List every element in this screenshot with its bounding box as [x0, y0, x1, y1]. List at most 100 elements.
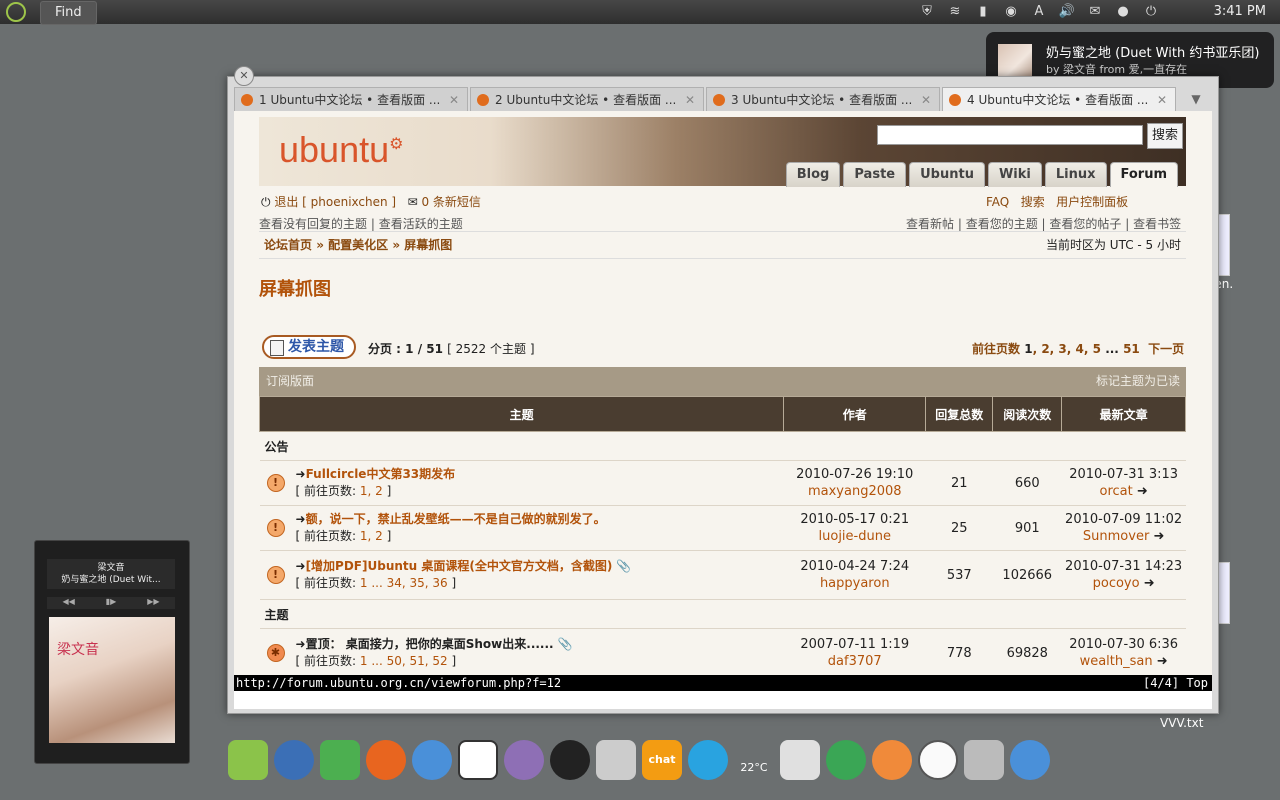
trash-icon[interactable] — [964, 740, 1004, 780]
search-input[interactable] — [877, 125, 1143, 145]
topic-pages[interactable]: 1 ... 34, 35, 36 — [360, 576, 448, 590]
close-tab-icon[interactable]: ✕ — [685, 88, 695, 111]
weather-icon[interactable]: 22°C — [734, 740, 774, 780]
clock-green-icon[interactable] — [826, 740, 866, 780]
last-poster-link[interactable]: wealth_san — [1080, 654, 1153, 669]
tab-2[interactable]: 2 Ubuntu中文论坛 • 查看版面 ... ✕ — [470, 87, 704, 111]
system-logo-icon[interactable] — [6, 2, 26, 22]
your-posts-link[interactable]: 查看您的帖子 — [1049, 217, 1121, 231]
logout-link[interactable]: 退出 [ phoenixchen ] — [274, 195, 396, 209]
new-posts-link[interactable]: 查看新帖 — [906, 217, 954, 231]
goto-last-icon[interactable]: ➜ — [1157, 654, 1168, 669]
author-link[interactable]: maxyang2008 — [808, 484, 902, 499]
next-page-link[interactable]: 下一页 — [1148, 342, 1184, 356]
clock[interactable]: 3:41 PM — [1214, 0, 1266, 24]
tab-4[interactable]: 4 Ubuntu中文论坛 • 查看版面 ... ✕ — [942, 87, 1176, 111]
anchor-icon[interactable] — [228, 740, 268, 780]
shield-icon[interactable]: ⛨ — [918, 4, 936, 20]
crumb-home[interactable]: 论坛首页 — [264, 238, 312, 252]
topic-pages[interactable]: 1, 2 — [360, 529, 383, 543]
find-button[interactable]: Find — [40, 1, 97, 25]
leaf-icon[interactable] — [320, 740, 360, 780]
refresh-ring-icon[interactable] — [688, 740, 728, 780]
gmail-icon[interactable] — [780, 740, 820, 780]
command-line[interactable] — [234, 691, 1212, 709]
reload-icon[interactable] — [1010, 740, 1050, 780]
page-link[interactable]: 3 — [1058, 342, 1066, 356]
new-topic-button[interactable]: 发表主题 — [262, 335, 356, 359]
nav-wiki[interactable]: Wiki — [987, 162, 1042, 187]
goto-last-icon[interactable]: ➜ — [1144, 576, 1155, 591]
play-button[interactable]: ▮▶ — [106, 597, 117, 609]
close-tab-icon[interactable]: ✕ — [449, 88, 459, 111]
page-link[interactable]: 2 — [1041, 342, 1049, 356]
tab-label: 1 Ubuntu中文论坛 • 查看版面 ... — [259, 93, 441, 107]
active-link[interactable]: 查看活跃的主题 — [379, 217, 463, 231]
nav-blog[interactable]: Blog — [785, 162, 841, 187]
network-icon[interactable]: ◉ — [1002, 4, 1020, 20]
tab-3[interactable]: 3 Ubuntu中文论坛 • 查看版面 ... ✕ — [706, 87, 940, 111]
window-close-button[interactable]: ✕ — [234, 66, 254, 86]
tab-1[interactable]: 1 Ubuntu中文论坛 • 查看版面 ... ✕ — [234, 87, 468, 111]
last-poster-link[interactable]: pocoyo — [1093, 576, 1140, 591]
page-title[interactable]: 屏幕抓图 — [259, 275, 331, 301]
search-link[interactable]: 搜索 — [1021, 195, 1045, 209]
topic-pages[interactable]: 1 ... 50, 51, 52 — [360, 654, 448, 668]
page-link[interactable]: 4 — [1076, 342, 1084, 356]
battery-icon[interactable]: ▮ — [974, 4, 992, 20]
ubuntu-logo[interactable]: ubuntu⚙ — [279, 129, 403, 171]
chromium-icon[interactable] — [412, 740, 452, 780]
no-reply-link[interactable]: 查看没有回复的主题 — [259, 217, 367, 231]
topic-title-link[interactable]: Fullcircle中文第33期发布 — [306, 467, 456, 481]
nav-forum[interactable]: Forum — [1109, 162, 1178, 187]
power-icon[interactable]: ⏻ — [1142, 4, 1160, 20]
crumb-forum[interactable]: 屏幕抓图 — [404, 238, 452, 252]
user-icon[interactable]: ● — [1114, 4, 1132, 20]
thunderbird-icon[interactable] — [274, 740, 314, 780]
page-content: ubuntu⚙ 搜索 Blog Paste Ubuntu Wiki Linux … — [234, 111, 1212, 677]
desktop-file-label[interactable]: VVV.txt — [1160, 716, 1203, 730]
page-link[interactable]: 5 — [1093, 342, 1101, 356]
pm-link[interactable]: 0 条新短信 — [421, 195, 480, 209]
wifi-icon[interactable]: ≋ — [946, 4, 964, 20]
topic-title-link[interactable]: [增加PDF]Ubuntu 桌面课程(全中文官方文档，含截图) — [306, 559, 613, 573]
your-topics-link[interactable]: 查看您的主题 — [966, 217, 1038, 231]
topic-title-link[interactable]: 置顶： 桌面接力，把你的桌面Show出来...... — [306, 637, 554, 651]
mail-icon[interactable]: ✉ — [1086, 4, 1104, 20]
volume-icon[interactable]: 🔊 — [1058, 4, 1076, 20]
topic-title-link[interactable]: 额，说一下，禁止乱发壁纸——不是自己做的就别发了。 — [306, 512, 606, 526]
close-tab-icon[interactable]: ✕ — [921, 88, 931, 111]
goto-last-icon[interactable]: ➜ — [1153, 529, 1164, 544]
clock-icon[interactable] — [918, 740, 958, 780]
subscribe-link[interactable]: 订阅版面 — [259, 374, 314, 388]
author-link[interactable]: luojie-dune — [819, 529, 891, 544]
author-link[interactable]: daf3707 — [828, 654, 882, 669]
chat-icon[interactable]: chat — [642, 740, 682, 780]
mark-read-link[interactable]: 标记主题为已读 — [1096, 367, 1180, 396]
author-link[interactable]: happyaron — [820, 576, 890, 591]
tab-menu-icon[interactable]: ▼ — [1186, 87, 1206, 111]
goto-last-icon[interactable]: ➜ — [1137, 484, 1148, 499]
orange-ball-icon[interactable] — [872, 740, 912, 780]
photo-icon[interactable] — [596, 740, 636, 780]
search-button[interactable]: 搜索 — [1147, 123, 1183, 149]
nav-linux[interactable]: Linux — [1044, 162, 1107, 187]
bookmarks-link[interactable]: 查看书签 — [1133, 217, 1181, 231]
crumb-section[interactable]: 配置美化区 — [328, 238, 388, 252]
ucp-link[interactable]: 用户控制面板 — [1056, 195, 1128, 209]
last-poster-link[interactable]: orcat — [1099, 484, 1132, 499]
close-tab-icon[interactable]: ✕ — [1157, 88, 1167, 111]
next-button[interactable]: ▶▶ — [147, 597, 159, 609]
pidgin-icon[interactable] — [504, 740, 544, 780]
faq-link[interactable]: FAQ — [986, 195, 1009, 209]
nav-ubuntu[interactable]: Ubuntu — [909, 162, 985, 187]
qq-icon[interactable] — [550, 740, 590, 780]
page-link[interactable]: 51 — [1123, 342, 1140, 356]
topic-pages[interactable]: 1, 2 — [360, 484, 383, 498]
image-viewer-icon[interactable] — [458, 740, 498, 780]
last-poster-link[interactable]: Sunmover — [1083, 529, 1149, 544]
prev-button[interactable]: ◀◀ — [62, 597, 74, 609]
nav-paste[interactable]: Paste — [843, 162, 907, 187]
firefox-icon[interactable] — [366, 740, 406, 780]
keyboard-icon[interactable]: A — [1030, 4, 1048, 20]
